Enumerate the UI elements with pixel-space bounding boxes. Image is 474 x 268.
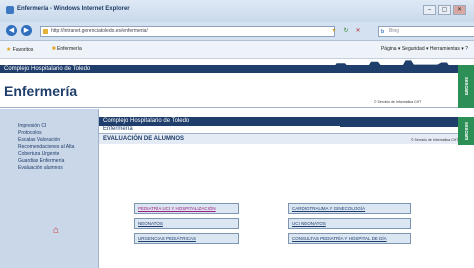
tab-enfermeria[interactable]: ■ Enfermería xyxy=(52,46,82,52)
menu-neonatos[interactable]: NEONATOS xyxy=(134,218,239,229)
ie-icon xyxy=(6,6,14,14)
inner-copyright-note: © Servicio de Informática CHT xyxy=(411,138,459,142)
navigation-bar: ◀ ▶ http://intranet.gerenciatoledo.es/en… xyxy=(0,22,474,41)
city-skyline-graphic xyxy=(320,60,458,73)
minimize-button[interactable]: – xyxy=(423,5,436,15)
address-actions: ▾ ↻ ✕ xyxy=(330,27,362,35)
sidebar-item-protocolos[interactable]: Protocolos xyxy=(18,130,42,136)
restore-button[interactable]: ▢ xyxy=(438,5,451,15)
page-title: Enfermería xyxy=(4,83,78,99)
sescam-logo: sescam xyxy=(458,65,474,108)
window-title: Enfermería - Windows Internet Explorer xyxy=(17,6,130,12)
search-placeholder: Bing xyxy=(389,28,400,34)
stop-icon[interactable]: ✕ xyxy=(354,27,362,35)
back-arrow-icon[interactable]: ◀ xyxy=(6,25,17,36)
address-bar[interactable]: http://intranet.gerenciatoledo.es/enferm… xyxy=(40,26,335,37)
sidebar-item-impresion[interactable]: Impresión CI xyxy=(18,123,46,129)
inner-subtitle: Enfermería xyxy=(99,126,462,134)
compatibility-icon[interactable]: ▾ xyxy=(330,27,338,35)
sidebar-item-guardias[interactable]: Guardias Enfermería xyxy=(18,158,64,164)
copyright-note: © Servicio de Informática CHT xyxy=(374,100,422,104)
star-icon: ★ xyxy=(6,47,12,53)
menu-urgencias-pediatricas[interactable]: URGENCIAS PEDIÁTRICAS xyxy=(134,233,239,244)
menu-consultas-pediatria[interactable]: CONSULTAS PEDIATRÍA Y HOSPITAL DE DÍA xyxy=(288,233,411,244)
close-button[interactable]: ✕ xyxy=(453,5,466,15)
inner-sescam-logo: sescam xyxy=(458,117,474,145)
window-controls: – ▢ ✕ xyxy=(423,5,466,15)
sidebar-item-recomendaciones[interactable]: Recomendaciones al Alta xyxy=(18,144,74,150)
favorites-button[interactable]: ★ Favoritos xyxy=(6,46,33,53)
page-icon xyxy=(43,29,48,34)
refresh-icon[interactable]: ↻ xyxy=(342,27,350,35)
address-text: http://intranet.gerenciatoledo.es/enferm… xyxy=(51,28,148,34)
section-title: EVALUACIÓN DE ALUMNOS xyxy=(99,134,462,144)
search-input[interactable]: b Bing xyxy=(378,26,474,37)
home-icon[interactable]: ⌂ xyxy=(53,225,62,236)
menu-uci-neonatos[interactable]: UCI NEONATOS xyxy=(288,218,411,229)
forward-arrow-icon[interactable]: ▶ xyxy=(21,25,32,36)
window-titlebar: Enfermería - Windows Internet Explorer –… xyxy=(0,0,474,23)
bing-icon: b xyxy=(381,29,385,35)
sidebar-item-evaluacion[interactable]: Evaluación alumnos xyxy=(18,165,63,171)
page-header: Enfermería © Servicio de Informática CHT xyxy=(0,75,458,108)
menu-pediatria-uci[interactable]: PEDIATRÍA UCI Y HOSPITALIZACIÓN xyxy=(134,203,239,214)
sidebar: Impresión CI Protocolos Escalas Valoraci… xyxy=(0,109,99,268)
menu-cardiotrauma[interactable]: CARDIOTRAUMA Y GINECOLOGÍA xyxy=(288,203,411,214)
sidebar-item-cobertura[interactable]: Cobertura Urgente xyxy=(18,151,59,157)
command-bar[interactable]: Página ▾ Seguridad ▾ Herramientas ▾ ? xyxy=(381,46,468,52)
favorites-bar: ★ Favoritos ■ Enfermería Página ▾ Seguri… xyxy=(0,41,474,59)
sidebar-item-escalas[interactable]: Escalas Valoración xyxy=(18,137,60,143)
page-tab-icon: ■ xyxy=(52,46,56,52)
